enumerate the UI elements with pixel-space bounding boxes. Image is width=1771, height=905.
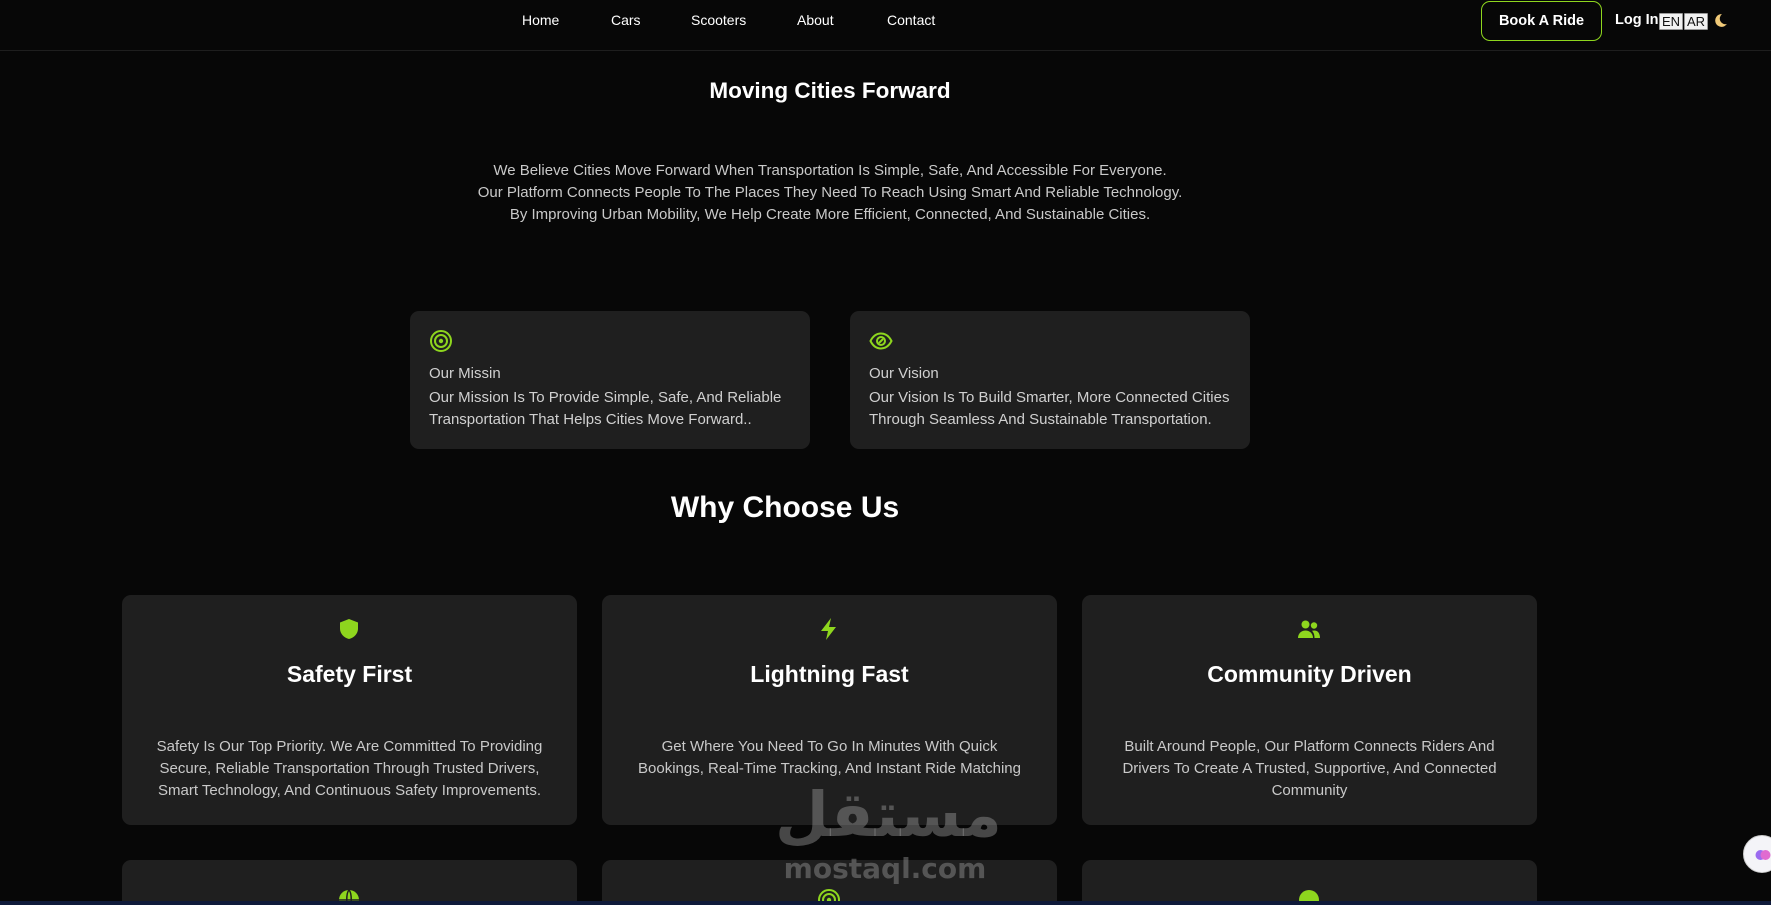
mission-text: Our Mission Is To Provide Simple, Safe, … [429, 389, 782, 428]
feature-card-community: Community Driven Built Around People, Ou… [1082, 595, 1537, 825]
about-line-2: Our Platform Connects People To The Plac… [477, 184, 1183, 201]
navbar: Home Cars Scooters About Contact Book A … [0, 0, 1771, 51]
watermark-latin: mostaql.com [783, 852, 987, 885]
lightning-icon [821, 618, 836, 640]
lang-en-button[interactable]: EN [1659, 13, 1684, 30]
about-line-1: We Believe Cities Move Forward When Tran… [493, 162, 1167, 179]
vision-card: Our Vision Our Vision Is To Build Smarte… [850, 311, 1250, 449]
feature-title: Safety First [286, 661, 413, 687]
chat-widget-button[interactable] [1743, 835, 1771, 873]
brain-icon [1755, 850, 1771, 860]
feature-card-row2-1 [122, 860, 577, 905]
feature-text: Get Where You Need To Go In Minutes With… [638, 738, 1021, 777]
target-icon [430, 330, 452, 352]
shield-icon [340, 619, 358, 639]
nav-link-home[interactable]: Home [522, 12, 559, 28]
moon-icon[interactable] [1712, 12, 1729, 29]
mission-title: Our Missin [429, 365, 501, 382]
nav-link-scooters[interactable]: Scooters [691, 12, 746, 28]
book-a-ride-button[interactable]: Book A Ride [1481, 1, 1602, 41]
vision-text: Our Vision Is To Build Smarter, More Con… [869, 389, 1230, 428]
lang-ar-button[interactable]: AR [1684, 13, 1709, 30]
feature-card-safety: Safety First Safety Is Our Top Priority.… [122, 595, 577, 825]
about-title: Moving Cities Forward [709, 78, 951, 103]
nav-links: Home Cars Scooters About Contact [0, 0, 1000, 40]
nav-link-about[interactable]: About [797, 12, 834, 28]
feature-card-row2-3 [1082, 860, 1537, 905]
login-link[interactable]: Log In [1615, 12, 1659, 28]
mission-card: Our Missin Our Mission Is To Provide Sim… [410, 311, 810, 449]
vision-title: Our Vision [869, 365, 939, 382]
why-title: Why Choose Us [670, 491, 900, 524]
users-icon [1298, 620, 1320, 638]
watermark: مستقل mostaql.com [775, 778, 1002, 905]
feature-title: Community Driven [1207, 661, 1412, 687]
about-line-3: By Improving Urban Mobility, We Help Cre… [509, 206, 1151, 223]
nav-link-contact[interactable]: Contact [887, 12, 935, 28]
feature-title: Lightning Fast [750, 661, 909, 687]
nav-link-cars[interactable]: Cars [611, 12, 641, 28]
feature-text: Built Around People, Our Platform Connec… [1122, 738, 1497, 799]
bottom-bar [0, 901, 1771, 905]
eye-icon [869, 332, 893, 350]
feature-text: Safety Is Our Top Priority. We Are Commi… [156, 738, 543, 799]
watermark-arabic: مستقل [775, 778, 1002, 851]
